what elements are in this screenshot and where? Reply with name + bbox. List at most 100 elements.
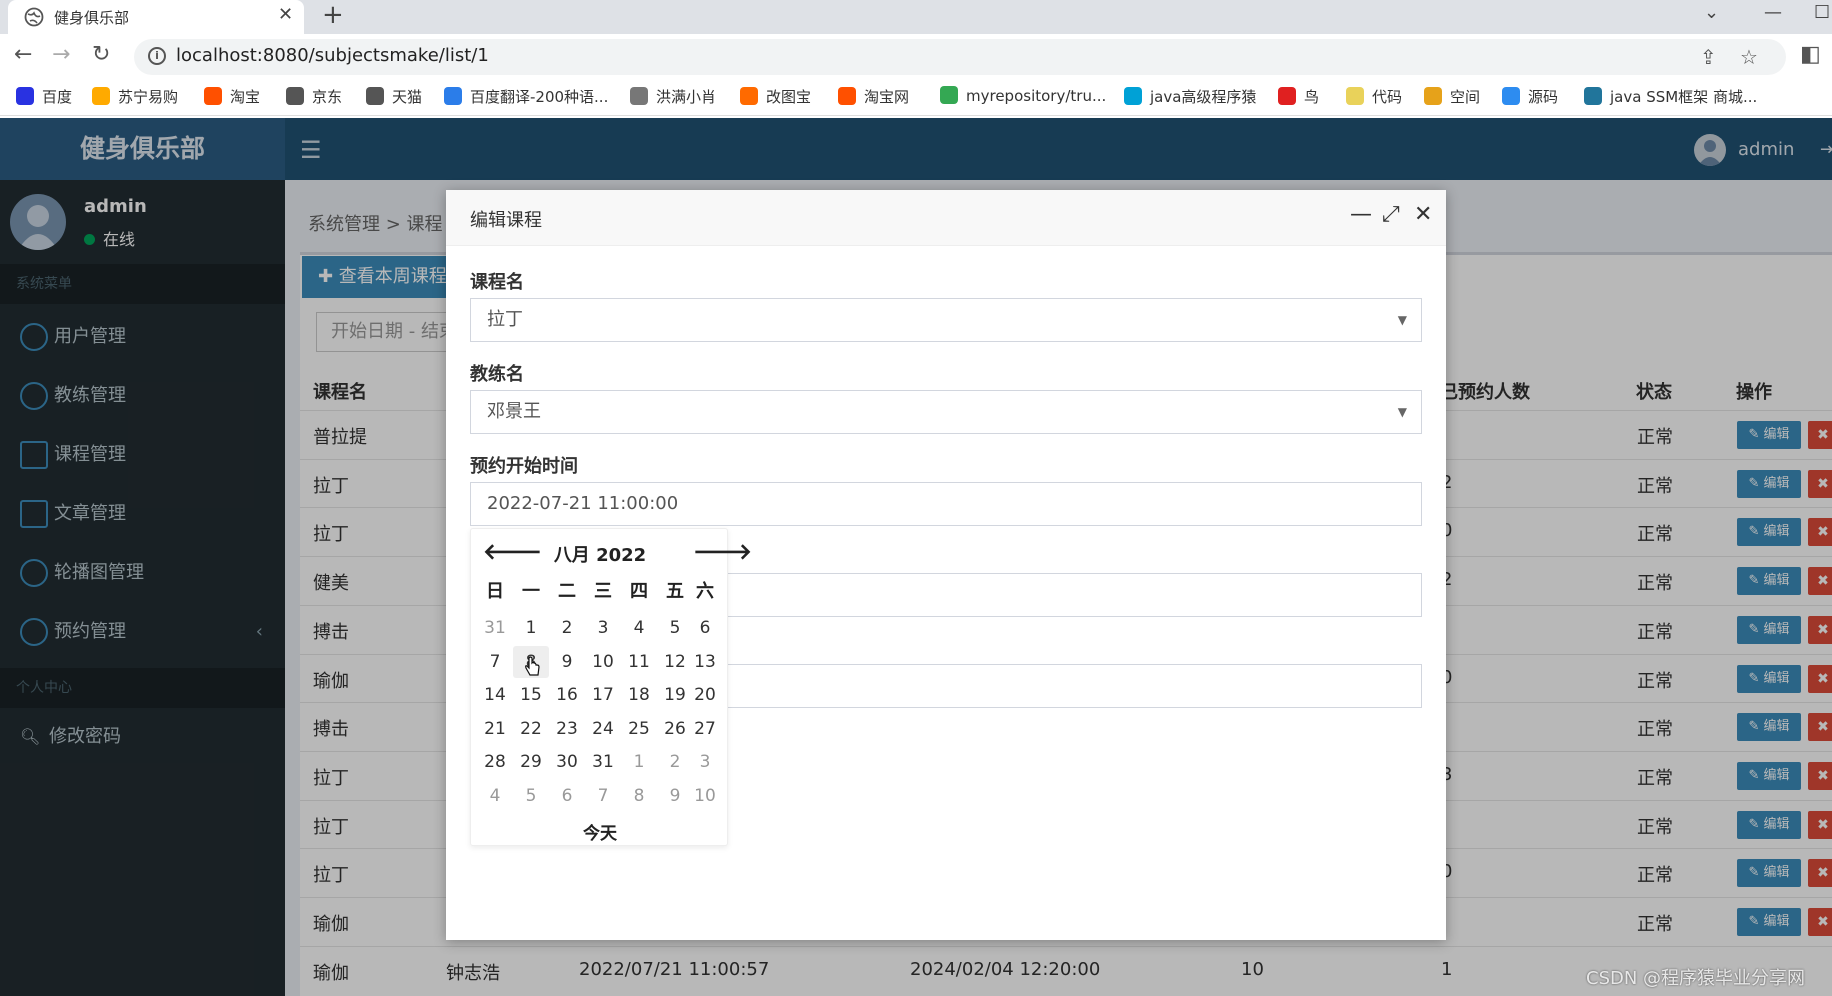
calendar-day[interactable]: 24	[585, 713, 621, 745]
weekday-header: 日	[486, 581, 504, 602]
site-info-icon[interactable]: i	[148, 47, 166, 65]
new-tab-icon[interactable]: +	[322, 0, 344, 30]
back-icon[interactable]: ←	[14, 44, 32, 66]
url-omnibox[interactable]: i localhost:8080/subjectsmake/list/1 ⇪ ☆	[134, 39, 1786, 75]
bookmark-item[interactable]: 空间	[1424, 86, 1480, 107]
calendar-day[interactable]: 23	[549, 713, 585, 745]
bookmark-item[interactable]: 源码	[1502, 86, 1558, 107]
bookmark-item[interactable]: 百度	[16, 86, 72, 107]
bookmark-favicon-icon	[1502, 87, 1520, 105]
browser-tab[interactable]: 健身俱乐部 ✕	[8, 0, 304, 34]
calendar-day[interactable]: 11	[621, 646, 657, 678]
calendar-day[interactable]: 1	[513, 612, 549, 644]
bookmark-favicon-icon	[940, 86, 958, 104]
calendar-day[interactable]: 4	[621, 612, 657, 644]
minimize-window-icon[interactable]: —	[1764, 2, 1782, 23]
bookmark-item[interactable]: 淘宝网	[838, 86, 909, 107]
bookmark-favicon-icon	[1124, 87, 1142, 105]
modal-maximize-icon[interactable]: ⤢	[1382, 204, 1400, 226]
bookmark-favicon-icon	[838, 87, 856, 105]
hand-cursor-icon	[525, 656, 540, 676]
calendar-day[interactable]: 29	[513, 746, 549, 778]
calendar-day[interactable]: 16	[549, 679, 585, 711]
calendar-day[interactable]: 31	[477, 612, 513, 644]
calendar-day[interactable]: 14	[477, 679, 513, 711]
share-icon[interactable]: ⇪	[1700, 45, 1717, 69]
bookmark-item[interactable]: java SSM框架 商城...	[1584, 86, 1757, 107]
bookmark-favicon-icon	[366, 87, 384, 105]
tab-search-icon[interactable]: ⌄	[1704, 2, 1719, 23]
calendar-day[interactable]: 9	[549, 646, 585, 678]
calendar-day[interactable]: 3	[687, 746, 723, 778]
calendar-day[interactable]: 2	[549, 612, 585, 644]
bookmark-favicon-icon	[204, 87, 222, 105]
maximize-window-icon[interactable]: ☐	[1814, 2, 1830, 23]
course-name-select[interactable]: 拉丁 ▼	[470, 298, 1422, 342]
calendar-day[interactable]: 8	[621, 780, 657, 812]
close-tab-icon[interactable]: ✕	[278, 4, 293, 25]
calendar-day[interactable]: 22	[513, 713, 549, 745]
bookmark-favicon-icon	[444, 87, 462, 105]
calendar-day[interactable]: 13	[687, 646, 723, 678]
datepicker-today-button[interactable]: 今天	[471, 819, 729, 844]
bookmark-item[interactable]: 京东	[286, 86, 342, 107]
calendar-day[interactable]: 18	[621, 679, 657, 711]
modal-title: 编辑课程	[470, 210, 542, 231]
bookmark-item[interactable]: 苏宁易购	[92, 86, 178, 107]
calendar-day[interactable]: 28	[477, 746, 513, 778]
bookmark-favicon-icon	[1424, 87, 1442, 105]
datepicker: 八月 2022 🡐 🡒 日一二三四五六 31123456789101112131…	[470, 528, 752, 846]
url-text: localhost:8080/subjectsmake/list/1	[176, 45, 489, 66]
bookmark-item[interactable]: java高级程序猿	[1124, 86, 1256, 107]
bookmark-item[interactable]: 鸟	[1278, 86, 1319, 107]
calendar-day[interactable]: 25	[621, 713, 657, 745]
bookmark-item[interactable]: 代码	[1346, 86, 1402, 107]
browser-tab-bar: 健身俱乐部 ✕ + ⌄ — ☐	[0, 0, 1832, 34]
calendar-day[interactable]: 27	[687, 713, 723, 745]
bookmark-item[interactable]: 淘宝	[204, 86, 260, 107]
weekday-header: 二	[558, 581, 576, 602]
calendar-day[interactable]: 7	[585, 780, 621, 812]
weekday-header: 一	[522, 581, 540, 602]
start-time-input[interactable]: 2022-07-21 11:00:00	[470, 482, 1422, 526]
calendar-day[interactable]: 4	[477, 780, 513, 812]
modal-close-icon[interactable]: ✕	[1414, 204, 1432, 226]
arrow-left-icon[interactable]: 🡐	[483, 539, 542, 565]
calendar-day[interactable]: 6	[687, 612, 723, 644]
calendar-day[interactable]: 15	[513, 679, 549, 711]
modal-header: 编辑课程 — ⤢ ✕	[446, 190, 1446, 246]
start-time-label: 预约开始时间	[470, 456, 578, 477]
calendar-day[interactable]: 5	[513, 780, 549, 812]
bookmark-favicon-icon	[16, 87, 34, 105]
weekday-header: 六	[696, 581, 714, 602]
globe-icon	[24, 7, 44, 27]
modal-minimize-icon[interactable]: —	[1350, 204, 1372, 226]
calendar-day[interactable]: 3	[585, 612, 621, 644]
calendar-day[interactable]: 31	[585, 746, 621, 778]
calendar-day[interactable]: 1	[621, 746, 657, 778]
bookmark-item[interactable]: myrepository/tru...	[940, 86, 1106, 105]
calendar-day[interactable]: 6	[549, 780, 585, 812]
calendar-day[interactable]: 17	[585, 679, 621, 711]
bookmark-item[interactable]: 天猫	[366, 86, 422, 107]
calendar-day[interactable]: 21	[477, 713, 513, 745]
course-name-label: 课程名	[470, 272, 524, 293]
bookmark-star-icon[interactable]: ☆	[1740, 45, 1758, 69]
coach-name-select[interactable]: 邓景王 ▼	[470, 390, 1422, 434]
sidepanel-icon[interactable]: ◧	[1800, 44, 1821, 66]
calendar-day[interactable]: 7	[477, 646, 513, 678]
bookmark-item[interactable]: 洪满小肖	[630, 86, 716, 107]
calendar-day[interactable]: 10	[585, 646, 621, 678]
forward-icon[interactable]: →	[52, 44, 70, 66]
calendar-day[interactable]: 20	[687, 679, 723, 711]
bookmark-item[interactable]: 改图宝	[740, 86, 811, 107]
coach-name-label: 教练名	[470, 364, 524, 385]
chevron-down-icon: ▼	[1397, 405, 1407, 419]
reload-icon[interactable]: ↻	[92, 44, 110, 66]
calendar-day[interactable]: 10	[687, 780, 723, 812]
bookmarks-bar: 百度 苏宁易购 淘宝 京东 天猫 百度翻译-200种语... 洪满小肖 改图宝 淘宝网 myrep…	[0, 78, 1832, 116]
arrow-right-icon[interactable]: 🡒	[693, 539, 752, 565]
bookmark-item[interactable]: 百度翻译-200种语...	[444, 86, 608, 107]
bookmark-favicon-icon	[1346, 87, 1364, 105]
calendar-day[interactable]: 30	[549, 746, 585, 778]
